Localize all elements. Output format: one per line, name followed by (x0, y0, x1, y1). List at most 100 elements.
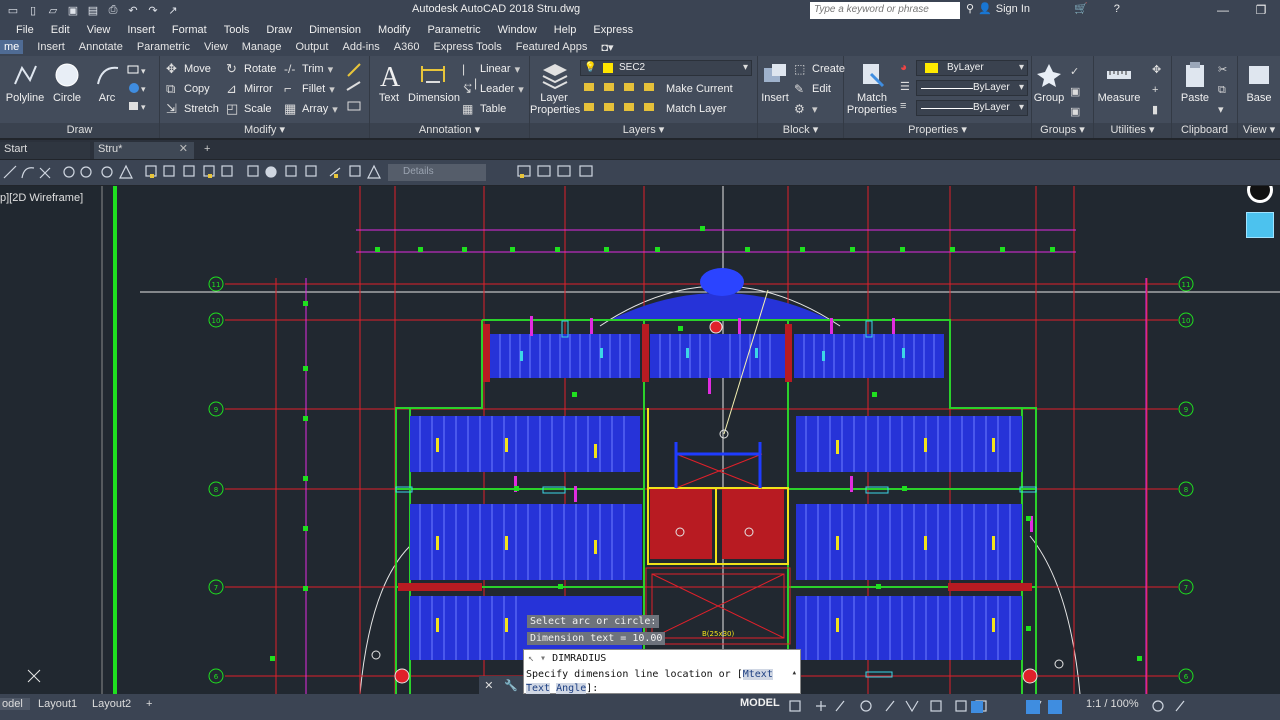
menu-insert[interactable]: Insert (127, 24, 164, 36)
tab-layout1[interactable]: Layout1 (38, 698, 77, 710)
view-panel-label[interactable]: View ▾ (1238, 123, 1280, 138)
option-text[interactable]: Text (526, 683, 551, 694)
undo-icon[interactable]: ↶ (124, 2, 142, 19)
table-tool[interactable]: ▦ Table (462, 100, 506, 118)
rotate-tool[interactable]: ↻ Rotate (226, 60, 276, 78)
new-file-icon[interactable]: ▯ (24, 2, 42, 19)
menu-window[interactable]: Window (498, 24, 546, 36)
command-line[interactable]: ↖ ▾ DIMRADIUS Specify dimension line loc… (523, 649, 801, 694)
polyline-tool[interactable]: Polyline (2, 60, 48, 104)
help-icon[interactable]: ? (1114, 3, 1120, 15)
viewcube-icon[interactable] (1246, 212, 1274, 238)
status-toggle-icons[interactable] (786, 698, 1280, 718)
tab-manage[interactable]: Manage (242, 41, 282, 53)
tab-parametric[interactable]: Parametric (137, 41, 190, 53)
menu-tools[interactable]: Tools (224, 24, 259, 36)
tab-view[interactable]: View (204, 41, 228, 53)
mirror-tool[interactable]: ⊿ Mirror (226, 80, 273, 98)
tab-insert[interactable]: Insert (37, 41, 65, 53)
match-layer-tool[interactable]: Match Layer (666, 100, 727, 118)
close-command-icon[interactable]: ✕ (484, 679, 493, 692)
draw-panel-label[interactable]: Draw (0, 123, 159, 138)
tab-featured-apps[interactable]: Featured Apps (516, 41, 588, 53)
clipboard-panel-label[interactable]: Clipboard (1172, 123, 1237, 138)
tab-model[interactable]: odel (0, 698, 30, 710)
leader-tool[interactable]: ↘ Leader ▾ (462, 80, 524, 98)
groups-panel-label[interactable]: Groups ▾ (1032, 123, 1093, 138)
file-tab-start[interactable]: Start (0, 142, 90, 159)
linetype-dropdown[interactable]: ByLayer (916, 100, 1028, 116)
add-layout-button[interactable]: + (146, 698, 152, 710)
array-tool[interactable]: ▦ Array ▾ (284, 100, 338, 118)
insert-block-tool[interactable]: Insert (752, 60, 798, 104)
menu-modify[interactable]: Modify (378, 24, 419, 36)
edit-block-tool[interactable]: ✎ Edit (794, 80, 831, 98)
draw-extra-icons[interactable]: ▾ ▾ ▾ (126, 62, 154, 118)
create-block-tool[interactable]: ⬚ Create (794, 60, 845, 78)
copy-tool[interactable]: ⧉ Copy (166, 80, 210, 98)
base-view-tool[interactable]: Base (1236, 60, 1280, 104)
tab-home[interactable]: me (0, 40, 24, 54)
menu-help[interactable]: Help (554, 24, 586, 36)
menu-draw[interactable]: Draw (266, 24, 301, 36)
file-tab-stru[interactable]: Stru* ✕ (94, 142, 194, 159)
print-icon[interactable]: ⎙ (104, 2, 122, 19)
dim-style-dropdown[interactable]: Details (388, 164, 486, 181)
block-panel-label[interactable]: Block ▾ (758, 123, 843, 138)
menu-file[interactable]: File (16, 24, 43, 36)
minimize-button[interactable]: — (1204, 0, 1242, 21)
dimension-tool[interactable]: Dimension (408, 60, 460, 104)
modify-extra-icons[interactable] (344, 62, 366, 118)
app-menu-icon[interactable]: ▭ (4, 2, 22, 19)
option-angle[interactable]: Angle (556, 683, 587, 694)
new-tab-button[interactable]: + (200, 142, 220, 159)
match-properties-tool[interactable]: Match Properties (846, 60, 898, 116)
share-icon[interactable]: ↗ (164, 2, 182, 19)
scale-tool[interactable]: ◰ Scale (226, 100, 272, 118)
tab-add-ins[interactable]: Add-ins (342, 41, 379, 53)
move-tool[interactable]: ✥ Move (166, 60, 211, 78)
layer-dropdown[interactable]: 💡 SEC2 (580, 60, 752, 76)
toolbar-icons[interactable] (0, 160, 600, 185)
save-icon[interactable]: ▣ (64, 2, 82, 19)
group-tools-icon[interactable]: ✓ ▣ ▣ (1070, 62, 1080, 122)
layer-tool-icons[interactable] (582, 80, 662, 120)
menu-dimension[interactable]: Dimension (309, 24, 370, 36)
maximize-button[interactable]: ❐ (1242, 0, 1280, 21)
layer-properties-tool[interactable]: Layer Properties (530, 60, 580, 116)
stretch-tool[interactable]: ⇲ Stretch (166, 100, 219, 118)
arc-tool[interactable]: Arc (84, 60, 130, 104)
model-space-button[interactable]: MODEL (740, 697, 780, 709)
layers-panel-label[interactable]: Layers ▾ (530, 123, 757, 138)
trim-tool[interactable]: -/- Trim ▾ (284, 60, 333, 78)
menu-view[interactable]: View (87, 24, 120, 36)
search-input[interactable]: Type a keyword or phrase (810, 2, 960, 19)
linear-tool[interactable]: |↔| Linear ▾ (462, 60, 520, 90)
lineweight-dropdown[interactable]: ByLayer (916, 80, 1028, 96)
tab-layout2[interactable]: Layout2 (92, 698, 131, 710)
cut-copy-icon[interactable]: ✂ ⧉ ▾ (1218, 60, 1227, 120)
tab-express-tools[interactable]: Express Tools (433, 41, 501, 53)
text-tool[interactable]: A Text (366, 60, 412, 104)
option-mtext[interactable]: Mtext (742, 669, 773, 680)
fillet-tool[interactable]: ⌐ Fillet ▾ (284, 80, 335, 98)
command-expand-icon[interactable]: ▴ (792, 668, 797, 678)
customize-command-icon[interactable]: 🔧 (504, 679, 518, 692)
modify-panel-label[interactable]: Modify ▾ (160, 123, 369, 138)
properties-panel-label[interactable]: Properties ▾ (844, 123, 1031, 138)
tab-output[interactable]: Output (295, 41, 328, 53)
color-dropdown[interactable]: ByLayer (916, 60, 1028, 76)
save-as-icon[interactable]: ▤ (84, 2, 102, 19)
tab-a360[interactable]: A360 (394, 41, 420, 53)
open-file-icon[interactable]: ▱ (44, 2, 62, 19)
menu-parametric[interactable]: Parametric (427, 24, 489, 36)
block-attr-tool[interactable]: ⚙ ▾ (794, 100, 818, 118)
ribbon-toggle-icon[interactable]: ◘▾ (601, 41, 613, 54)
paste-tool[interactable]: Paste (1172, 60, 1218, 104)
redo-icon[interactable]: ↷ (144, 2, 162, 19)
binoculars-icon[interactable]: ⚲ (966, 2, 974, 15)
annotation-panel-label[interactable]: Annotation ▾ (370, 123, 529, 138)
group-tool[interactable]: Group (1026, 60, 1072, 104)
make-current-tool[interactable]: Make Current (666, 80, 733, 98)
cart-icon[interactable]: 🛒 (1074, 2, 1088, 15)
